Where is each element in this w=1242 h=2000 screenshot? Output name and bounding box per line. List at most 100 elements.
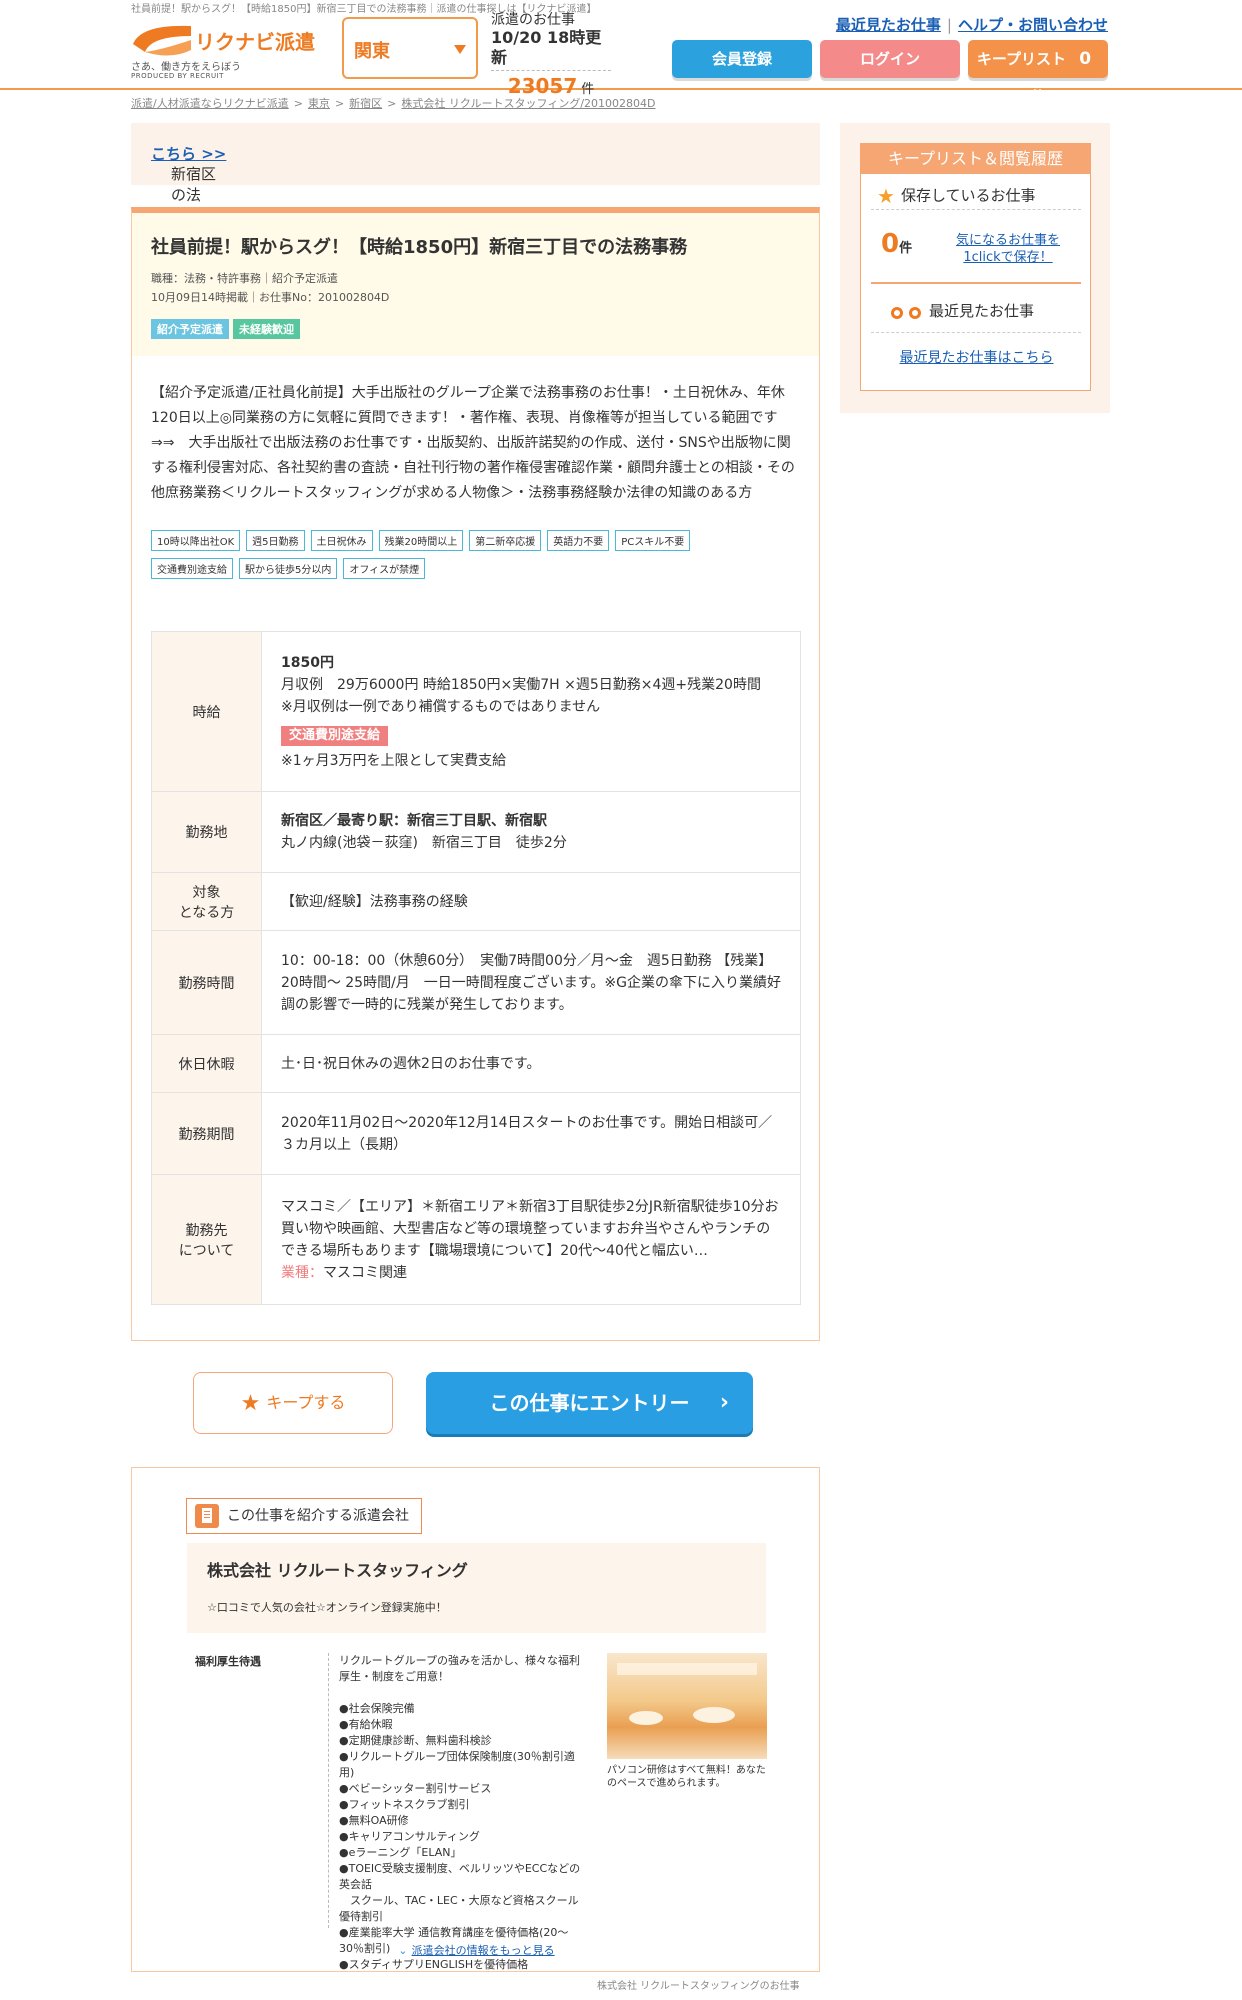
agency-foot-note: 株式会社 リクルートスタッフィングのお仕事 bbox=[597, 1981, 800, 1992]
register-button[interactable]: 会員登録 bbox=[672, 40, 812, 78]
industry-label: 業種： bbox=[281, 1264, 323, 1281]
recent-jobs-link[interactable]: 最近見たお仕事 bbox=[836, 16, 941, 34]
spec-value: 1850円 月収例 29万6000円 時給1850円×実働7H ×週5日勤務×4… bbox=[261, 631, 801, 792]
industry-value: マスコミ関連 bbox=[323, 1264, 407, 1281]
star-icon: ★ bbox=[240, 1390, 261, 1416]
spec-label: 勤務時間 bbox=[151, 930, 262, 1035]
login-button[interactable]: ログイン bbox=[820, 40, 960, 78]
location-main: 新宿区／最寄り駅：新宿三丁目駅、新宿駅 bbox=[281, 813, 547, 829]
more-link-row: ⌄ 派遣会社の情報をもっと見る bbox=[132, 1942, 821, 1958]
chevron-right-icon: › bbox=[719, 1390, 729, 1415]
tag[interactable]: オフィスが禁煙 bbox=[343, 558, 426, 579]
breadcrumb-shinjuku[interactable]: 新宿区 bbox=[349, 97, 382, 110]
breadcrumb-separator: > bbox=[293, 97, 303, 110]
job-meta: 職種：法務・特許事務｜紹介予定派遣 10月09日14時掲載｜お仕事No：2010… bbox=[151, 269, 800, 307]
job-header: 社員前提！駅からスグ！【時給1850円】新宿三丁目での法務事務 職種：法務・特許… bbox=[132, 213, 819, 356]
job-posted: 10月09日14時掲載｜お仕事No：201002804D bbox=[151, 291, 390, 304]
count-number-row: 23057 件 bbox=[491, 70, 611, 98]
tag[interactable]: 駅から徒歩5分以内 bbox=[239, 558, 338, 579]
spec-label: 勤務期間 bbox=[151, 1092, 262, 1175]
binoculars-icon bbox=[891, 305, 921, 319]
badge-introduction: 紹介予定派遣 bbox=[151, 319, 229, 339]
agency-section-text: この仕事を紹介する派遣会社 bbox=[227, 1508, 409, 1524]
tag[interactable]: 英語力不要 bbox=[547, 530, 610, 551]
location-sub: 丸ノ内線(池袋－荻窪) 新宿三丁目 徒歩2分 bbox=[281, 835, 567, 851]
divider bbox=[871, 332, 1081, 333]
spec-label: 対象 となる方 bbox=[151, 872, 262, 931]
company-label-2: について bbox=[178, 1242, 235, 1259]
saved-count: 0 bbox=[881, 229, 900, 259]
tag[interactable]: 週5日勤務 bbox=[246, 530, 305, 551]
saved-jobs-row: ★ 保存しているお仕事 bbox=[877, 184, 1077, 208]
keeplist-count: 0 bbox=[1079, 49, 1092, 69]
recent-label: 最近見たお仕事 bbox=[929, 302, 1035, 320]
chevron-down-icon bbox=[454, 45, 466, 54]
site-header: 社員前提！駅からスグ！【時給1850円】新宿三丁目での法務事務｜派遣の仕事探しは… bbox=[0, 0, 1242, 106]
spec-label: 休日休暇 bbox=[151, 1034, 262, 1093]
region-select[interactable]: 関東 bbox=[342, 17, 478, 79]
recent-link-row: 最近見たお仕事はこちら bbox=[861, 347, 1092, 367]
welfare-text: リクルートグループの強みを活かし、様々な福利厚生・制度をご用意！ ●社会保険完備… bbox=[328, 1653, 588, 1971]
wage-note: ※1ヶ月3万円を上限として実費支給 bbox=[281, 752, 507, 769]
spec-value: 新宿区／最寄り駅：新宿三丁目駅、新宿駅 丸ノ内線(池袋－荻窪) 新宿三丁目 徒歩… bbox=[261, 791, 801, 873]
job-detail: 社員前提！駅からスグ！【時給1850円】新宿三丁目での法務事務 職種：法務・特許… bbox=[131, 207, 820, 1341]
region-value: 関東 bbox=[354, 41, 390, 62]
tag[interactable]: PCスキル不要 bbox=[615, 530, 691, 551]
tag[interactable]: 第二新卒応援 bbox=[469, 530, 542, 551]
badge-beginner: 未経験歓迎 bbox=[233, 319, 300, 339]
spec-row-period: 勤務期間 2020年11月02日～2020年12月14日スタートのお仕事です。開… bbox=[151, 1092, 801, 1175]
divider bbox=[871, 209, 1081, 210]
breadcrumb: 派遣/人材派遣ならリクナビ派遣 > 東京 > 新宿区 > 株式会社 リクルートスタッフィング… bbox=[131, 95, 655, 111]
spec-label: 勤務先 について bbox=[151, 1174, 262, 1305]
tag[interactable]: 残業20時間以上 bbox=[378, 530, 464, 551]
photo-caption: パソコン研修はすべて無料！あなたのペースで進められます。 bbox=[607, 1765, 766, 1789]
period-value: 2020年11月02日～2020年12月14日スタートのお仕事です。開始日相談可… bbox=[261, 1092, 801, 1175]
keeplist-history-box: キープリスト＆閲覧履歴 ★ 保存しているお仕事 0件 気になるお仕事を1click… bbox=[860, 143, 1091, 391]
notice-line: 新宿区の法務・特許事務のお仕事一覧は こちら >> bbox=[151, 143, 226, 309]
office-photo bbox=[607, 1653, 767, 1759]
entry-button[interactable]: この仕事にエントリー › bbox=[426, 1372, 753, 1434]
tag[interactable]: 交通費別途支給 bbox=[151, 558, 233, 579]
chevron-down-icon: ⌄ bbox=[398, 1944, 408, 1957]
logo-tagline: さあ、働き方をえらぼう bbox=[131, 62, 241, 73]
job-spec-table: 時給 1850円 月収例 29万6000円 時給1850円×実働7H ×週5日勤… bbox=[151, 631, 801, 1305]
breadcrumb-separator: > bbox=[334, 97, 345, 110]
recent-jobs-sidebar-link[interactable]: 最近見たお仕事はこちら bbox=[900, 350, 1054, 366]
save-link[interactable]: 気になるお仕事を1clickで保存！ bbox=[943, 232, 1073, 266]
saved-count-row: 0件 bbox=[881, 229, 912, 259]
job-description: 【紹介予定派遣/正社員化前提】大手出版社のグループ企業で法務事務のお仕事！・土日… bbox=[151, 385, 795, 501]
spec-row-target: 対象 となる方 【歓迎/経験】法務事務の経験 bbox=[151, 872, 801, 931]
keep-label: キープする bbox=[266, 1393, 346, 1412]
breadcrumb-job[interactable]: 株式会社 リクルートスタッフィング/201002804D bbox=[401, 97, 655, 110]
spec-row-company: 勤務先について マスコミ／【エリア】＊新宿エリア＊新宿3丁目駅徒歩2分JR新宿駅… bbox=[151, 1174, 801, 1305]
keeplist-button[interactable]: キープリスト 0 件 bbox=[968, 40, 1108, 106]
spec-label: 勤務地 bbox=[151, 791, 262, 873]
notice-link[interactable]: こちら >> bbox=[151, 145, 226, 163]
tag[interactable]: 土日祝休み bbox=[310, 530, 373, 551]
keep-button[interactable]: ★ キープする bbox=[193, 1372, 393, 1434]
help-link[interactable]: ヘルプ・お問い合わせ bbox=[958, 16, 1108, 34]
tag[interactable]: 10時以降出社OK bbox=[151, 530, 241, 551]
svg-text:リクナビ派遣: リクナビ派遣 bbox=[195, 30, 315, 54]
count-updated: 10/20 18時更新 bbox=[491, 28, 602, 67]
category-notice: 新宿区の法務・特許事務のお仕事一覧は こちら >> bbox=[131, 123, 820, 309]
target-label-2: となる方 bbox=[178, 904, 235, 921]
agency-name: 株式会社 リクルートスタッフィング bbox=[207, 1561, 468, 1580]
holiday-value: 土･日･祝日休みの週休2日のお仕事です。 bbox=[261, 1034, 801, 1093]
sidebar-title: キープリスト＆閲覧履歴 bbox=[861, 144, 1090, 174]
company-label-1: 勤務先 bbox=[185, 1222, 228, 1239]
more-agency-link[interactable]: 派遣会社の情報をもっと見る bbox=[412, 1944, 555, 1957]
star-icon: ★ bbox=[877, 184, 895, 208]
wage-value: 1850円 bbox=[281, 654, 334, 671]
spec-row-location: 勤務地 新宿区／最寄り駅：新宿三丁目駅、新宿駅 丸ノ内線(池袋－荻窪) 新宿三丁… bbox=[151, 791, 801, 873]
recent-jobs-row: 最近見たお仕事 bbox=[891, 300, 1091, 321]
breadcrumb-tokyo[interactable]: 東京 bbox=[308, 97, 330, 110]
spec-value: マスコミ／【エリア】＊新宿エリア＊新宿3丁目駅徒歩2分JR新宿駅徒歩10分お買い… bbox=[261, 1174, 801, 1305]
agency-section: この仕事を紹介する派遣会社 株式会社 リクルートスタッフィング ☆口コミで人気の… bbox=[131, 1467, 820, 1972]
spec-row-wage: 時給 1850円 月収例 29万6000円 時給1850円×実働7H ×週5日勤… bbox=[151, 631, 801, 792]
count-label: 派遣のお仕事 bbox=[491, 12, 575, 28]
job-title: 社員前提！駅からスグ！【時給1850円】新宿三丁目での法務事務 bbox=[151, 237, 688, 258]
breadcrumb-home[interactable]: 派遣/人材派遣ならリクナビ派遣 bbox=[131, 97, 289, 110]
saved-unit: 件 bbox=[899, 241, 913, 256]
spec-label: 時給 bbox=[151, 631, 262, 792]
